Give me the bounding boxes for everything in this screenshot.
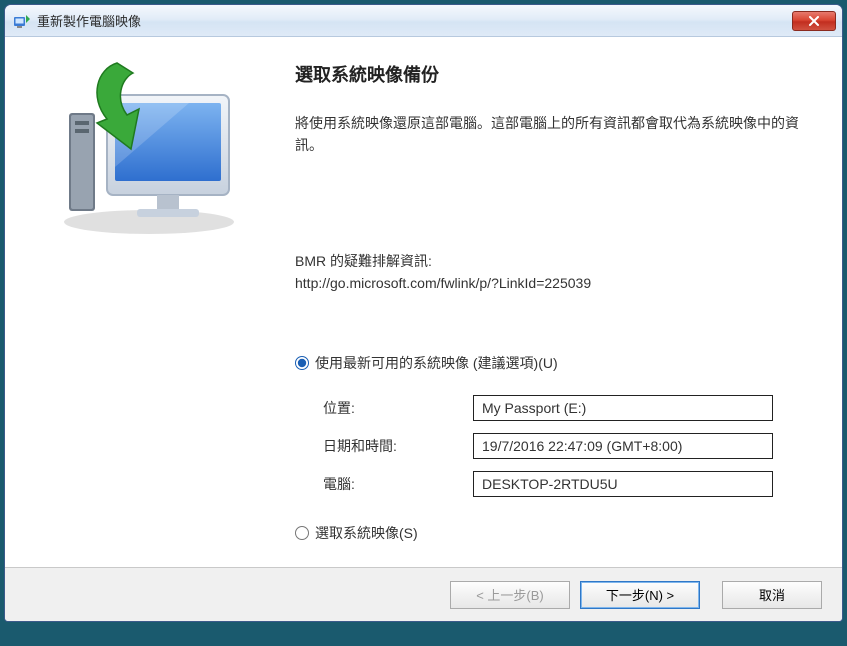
close-button[interactable] (792, 11, 836, 31)
field-datetime: 日期和時間: 19/7/2016 22:47:09 (GMT+8:00) (323, 433, 804, 459)
datetime-label: 日期和時間: (323, 436, 473, 456)
window-title: 重新製作電腦映像 (37, 11, 792, 30)
radio-use-latest[interactable]: 使用最新可用的系統映像 (建議選項)(U) (295, 353, 804, 373)
computer-label: 電腦: (323, 474, 473, 494)
button-bar: < 上一步(B) 下一步(N) > 取消 (5, 567, 842, 621)
location-value: My Passport (E:) (473, 395, 773, 421)
bmr-label: BMR 的疑難排解資訊: (295, 251, 804, 273)
titlebar: 重新製作電腦映像 (5, 5, 842, 37)
field-location: 位置: My Passport (E:) (323, 395, 804, 421)
restore-image-icon (29, 57, 239, 237)
radio-select-image[interactable]: 選取系統映像(S) (295, 523, 804, 543)
bmr-link[interactable]: http://go.microsoft.com/fwlink/p/?LinkId… (295, 273, 804, 295)
bmr-info: BMR 的疑難排解資訊: http://go.microsoft.com/fwl… (295, 251, 804, 294)
page-title: 選取系統映像備份 (295, 61, 804, 87)
wizard-image-panel (5, 37, 295, 567)
main-panel: 選取系統映像備份 將使用系統映像還原這部電腦。這部電腦上的所有資訊都會取代為系統… (295, 37, 842, 567)
radio-use-latest-input[interactable] (295, 356, 309, 370)
datetime-value: 19/7/2016 22:47:09 (GMT+8:00) (473, 433, 773, 459)
content-area: 選取系統映像備份 將使用系統映像還原這部電腦。這部電腦上的所有資訊都會取代為系統… (5, 37, 842, 567)
radio-use-latest-label: 使用最新可用的系統映像 (建議選項)(U) (315, 353, 558, 373)
description-text: 將使用系統映像還原這部電腦。這部電腦上的所有資訊都會取代為系統映像中的資訊。 (295, 113, 804, 156)
app-icon (13, 12, 31, 30)
location-label: 位置: (323, 398, 473, 418)
computer-value: DESKTOP-2RTDU5U (473, 471, 773, 497)
close-icon (808, 16, 820, 26)
cancel-button[interactable]: 取消 (722, 581, 822, 609)
wizard-window: 重新製作電腦映像 (4, 4, 843, 622)
radio-select-image-input[interactable] (295, 526, 309, 540)
back-button: < 上一步(B) (450, 581, 570, 609)
field-computer: 電腦: DESKTOP-2RTDU5U (323, 471, 804, 497)
radio-select-image-label: 選取系統映像(S) (315, 523, 418, 543)
next-button[interactable]: 下一步(N) > (580, 581, 700, 609)
image-details: 位置: My Passport (E:) 日期和時間: 19/7/2016 22… (323, 395, 804, 497)
